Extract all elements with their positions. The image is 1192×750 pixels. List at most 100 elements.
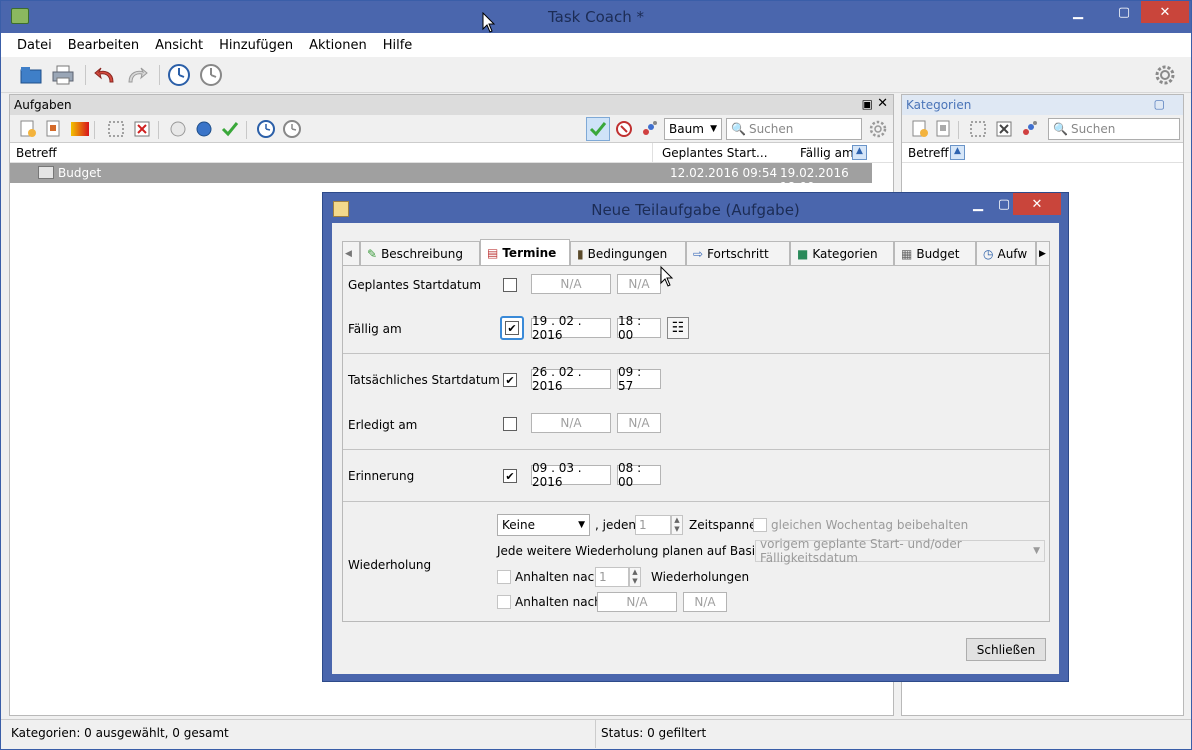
tab-bedingungen[interactable]: ▮ Bedingungen <box>570 241 686 265</box>
categories-filter-button[interactable] <box>638 117 662 141</box>
column-subject[interactable]: Betreff <box>16 146 57 160</box>
stop-at-checkbox[interactable] <box>497 595 511 609</box>
start-effort-button[interactable] <box>254 117 278 141</box>
maximize-pane-icon[interactable]: ▣ <box>862 97 873 111</box>
completed-time-field[interactable]: N/A <box>617 413 661 433</box>
planned-start-checkbox[interactable] <box>503 278 517 292</box>
new-subcategory-button[interactable] <box>932 117 956 141</box>
category-column-subject[interactable]: Betreff <box>908 146 949 160</box>
recurrence-amount-input[interactable]: 1 <box>635 515 671 535</box>
select-all-button[interactable] <box>104 117 128 141</box>
new-subtask-button[interactable] <box>42 117 66 141</box>
reminder-time-field[interactable]: 08 : 00 <box>617 461 661 489</box>
due-date-field[interactable]: 19 . 02 . 2016 <box>531 314 611 342</box>
tab-scroll-left[interactable]: ◀ <box>342 241 360 265</box>
stop-after-stepper[interactable]: ▲ ▼ <box>629 567 641 587</box>
menu-bar: Datei Bearbeiten Ansicht Hinzufügen Akti… <box>1 33 1191 57</box>
gear-icon <box>869 120 887 138</box>
termine-panel: Geplantes Startdatum N/A N/A Fällig am ✔… <box>342 265 1050 622</box>
new-category-button[interactable] <box>908 117 932 141</box>
close-dialog-button[interactable]: Schließen <box>966 638 1046 661</box>
tab-fortschritt[interactable]: ⇨ Fortschritt <box>686 241 790 265</box>
print-button[interactable] <box>51 63 75 87</box>
maximize-pane-icon[interactable]: ▢ <box>1154 97 1165 111</box>
menu-datei[interactable]: Datei <box>17 38 52 53</box>
mark-active-button[interactable] <box>192 117 216 141</box>
reminder-checkbox[interactable]: ✔ <box>503 469 517 483</box>
tasks-search-placeholder: Suchen <box>748 122 794 136</box>
calendar-picker-button[interactable]: ☷ <box>667 317 689 339</box>
open-button[interactable] <box>19 63 43 87</box>
hide-completed-button[interactable] <box>586 117 610 141</box>
settings-button[interactable] <box>1153 63 1177 87</box>
column-divider[interactable] <box>652 143 653 163</box>
view-mode-select[interactable]: Baum ▼ <box>664 118 722 140</box>
tab-termine[interactable]: ▤ Termine <box>480 239 570 265</box>
new-subcategory-icon <box>936 120 950 137</box>
delete-category-button[interactable] <box>992 117 1016 141</box>
stop-at-date-field[interactable]: N/A <box>597 592 677 612</box>
recurrence-type-select[interactable]: Keine ▼ <box>497 514 590 536</box>
tab-scroll-right[interactable]: ▶ <box>1036 241 1050 265</box>
select-all-categories-button[interactable] <box>966 117 990 141</box>
menu-hinzufuegen[interactable]: Hinzufügen <box>219 38 293 53</box>
task-planned-start: 12.02.2016 09:54 <box>670 166 778 180</box>
sort-arrow-icon[interactable]: ▲ <box>852 145 867 160</box>
stop-tracking-button[interactable] <box>199 63 223 87</box>
start-tracking-button[interactable] <box>167 63 191 87</box>
menu-bearbeiten[interactable]: Bearbeiten <box>68 38 139 53</box>
completed-date-field[interactable]: N/A <box>531 413 611 433</box>
tab-kategorien[interactable]: ■ Kategorien <box>790 241 894 265</box>
close-button[interactable]: ✕ <box>1141 1 1189 23</box>
due-checkbox[interactable]: ✔ <box>505 321 519 335</box>
basis-label: Jede weitere Wiederholung planen auf Bas… <box>497 544 788 558</box>
mark-completed-button[interactable] <box>218 117 242 141</box>
color-button[interactable] <box>68 117 92 141</box>
tab-label: Beschreibung <box>381 246 463 261</box>
stop-effort-button[interactable] <box>280 117 304 141</box>
mark-inactive-button[interactable] <box>166 117 190 141</box>
menu-aktionen[interactable]: Aktionen <box>309 38 367 53</box>
sort-arrow-icon[interactable]: ▲ <box>950 145 965 160</box>
close-icon: ✕ <box>1031 196 1043 212</box>
minimize-button[interactable]: ▁ <box>1055 1 1101 23</box>
title-bar[interactable]: Task Coach * ▁ ▢ ✕ <box>1 1 1191 33</box>
planned-start-date-field[interactable]: N/A <box>531 274 611 294</box>
stop-after-count-input[interactable]: 1 <box>595 567 629 587</box>
tab-budget[interactable]: ▦ Budget <box>894 241 976 265</box>
completed-checkbox[interactable] <box>503 417 517 431</box>
tasks-search-input[interactable]: 🔍 Suchen <box>726 118 862 140</box>
undo-button[interactable] <box>93 63 117 87</box>
column-planned-start[interactable]: Geplantes Start... <box>662 146 768 160</box>
tasks-settings-button[interactable] <box>866 117 890 141</box>
close-pane-icon[interactable]: ✕ <box>877 96 888 111</box>
actual-start-checkbox[interactable]: ✔ <box>503 373 517 387</box>
recurrence-amount-stepper[interactable]: ▲ ▼ <box>671 515 683 535</box>
tab-beschreibung[interactable]: ✎ Beschreibung <box>360 241 480 265</box>
menu-ansicht[interactable]: Ansicht <box>155 38 203 53</box>
categories-column-header: Betreff ▲ <box>902 143 1183 163</box>
same-weekday-checkbox[interactable] <box>753 518 767 532</box>
actual-start-time-field[interactable]: 09 : 57 <box>617 365 661 393</box>
basis-select[interactable]: vorigem geplante Start- und/oder Fälligk… <box>755 537 1045 565</box>
stop-at-time-field[interactable]: N/A <box>683 592 727 612</box>
categories-toolbar: 🔍 Suchen <box>902 115 1183 143</box>
planned-start-time-field[interactable]: N/A <box>617 274 661 294</box>
table-row[interactable]: Budget 12.02.2016 09:54 19.02.2016 18:00 <box>10 163 872 194</box>
hide-inactive-button[interactable] <box>612 117 636 141</box>
categories-search-input[interactable]: 🔍 Suchen <box>1048 118 1180 140</box>
actual-start-date-field[interactable]: 26 . 02 . 2016 <box>531 365 611 393</box>
due-time-field[interactable]: 18 : 00 <box>617 314 661 342</box>
redo-button[interactable] <box>125 63 149 87</box>
new-task-button[interactable] <box>16 117 40 141</box>
stop-after-checkbox[interactable] <box>497 570 511 584</box>
dialog-close-button[interactable]: ✕ <box>1013 193 1061 215</box>
delete-button[interactable] <box>130 117 154 141</box>
menu-hilfe[interactable]: Hilfe <box>383 38 413 53</box>
dots-icon <box>643 121 657 135</box>
column-due[interactable]: Fällig am <box>800 146 854 160</box>
category-filter-button[interactable] <box>1018 117 1042 141</box>
tasks-pane-title: Aufgaben <box>14 98 72 112</box>
reminder-date-field[interactable]: 09 . 03 . 2016 <box>531 461 611 489</box>
tab-aufwand[interactable]: ◷ Aufw <box>976 241 1036 265</box>
